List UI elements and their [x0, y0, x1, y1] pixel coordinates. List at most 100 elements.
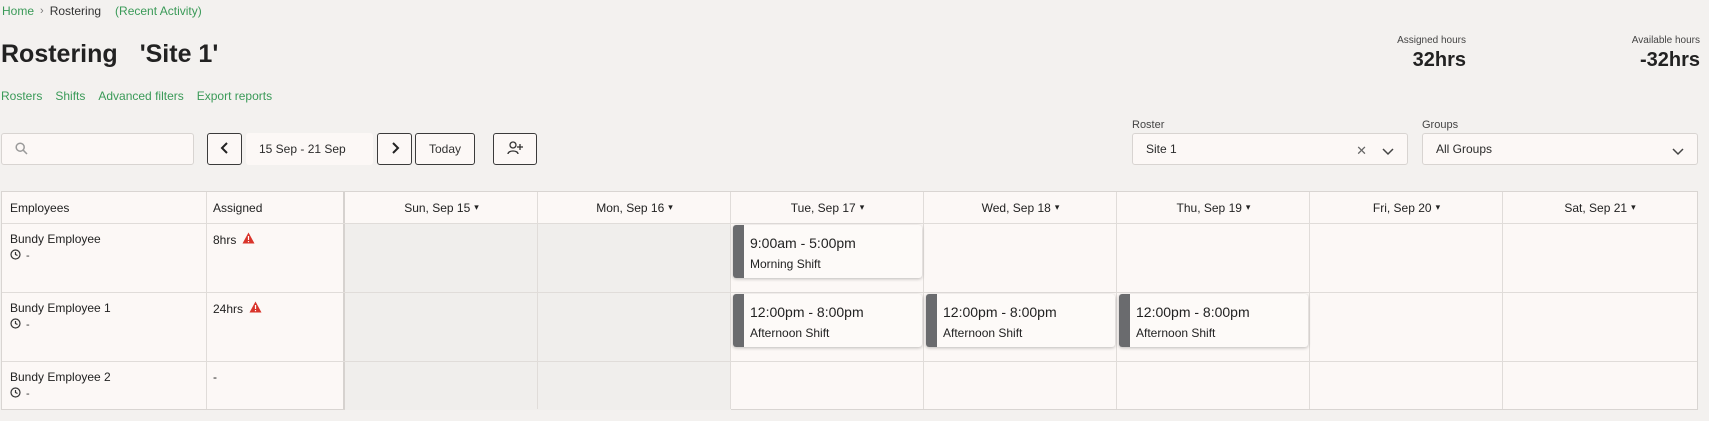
shift-name: Afternoon Shift: [1136, 326, 1216, 340]
shift-card[interactable]: 12:00pm - 8:00pm Afternoon Shift: [733, 294, 922, 347]
assigned-value: 24hrs: [213, 301, 244, 316]
recent-activity-link[interactable]: (Recent Activity): [115, 4, 202, 18]
day-label: Wed, Sep 18: [981, 200, 1051, 215]
warning-icon: [249, 301, 262, 316]
available-hours-stat: Available hours -32hrs: [1632, 35, 1700, 72]
next-week-button[interactable]: [377, 133, 412, 165]
employee-clock-status: -: [10, 249, 30, 263]
chevron-down-icon: ▾: [1245, 202, 1251, 212]
day-label: Sun, Sep 15: [404, 200, 471, 215]
chevron-down-icon: [1672, 145, 1684, 159]
breadcrumb: Home › Rostering (Recent Activity): [2, 4, 202, 18]
employee-name[interactable]: Bundy Employee: [10, 232, 101, 246]
assigned-hours-cell: 24hrs: [213, 301, 262, 316]
header-day-tue[interactable]: Tue, Sep 17 ▾: [731, 192, 924, 223]
clock-value: -: [26, 388, 30, 400]
groups-label: Groups: [1422, 119, 1459, 131]
employee-clock-status: -: [10, 318, 30, 332]
date-range-display[interactable]: 15 Sep - 21 Sep: [246, 133, 373, 165]
today-button[interactable]: Today: [415, 133, 475, 165]
roster-grid: Employees Assigned Sun, Sep 15 ▾ Mon, Sep…: [1, 191, 1698, 410]
day-label: Mon, Sep 16: [596, 200, 665, 215]
nav-shifts-link[interactable]: Shifts: [55, 89, 85, 103]
chevron-down-icon: ▾: [668, 202, 673, 212]
shift-time: 9:00am - 5:00pm: [750, 235, 856, 251]
previous-week-button[interactable]: [207, 133, 242, 165]
header-day-mon[interactable]: Mon, Sep 16 ▾: [538, 192, 731, 223]
shift-card[interactable]: 9:00am - 5:00pm Morning Shift: [733, 225, 922, 278]
assigned-value: 8hrs: [213, 232, 237, 247]
clock-icon: [10, 387, 21, 401]
warning-icon: [242, 232, 255, 247]
column-divider: [538, 192, 731, 409]
roster-select[interactable]: Site 1 ✕: [1132, 133, 1408, 165]
clock-icon: [10, 318, 21, 332]
shift-card[interactable]: 12:00pm - 8:00pm Afternoon Shift: [1119, 294, 1308, 347]
breadcrumb-home-link[interactable]: Home: [2, 4, 34, 18]
employee-clock-status: -: [10, 387, 30, 401]
header-day-sun[interactable]: Sun, Sep 15 ▾: [345, 192, 538, 223]
header-day-sat[interactable]: Sat, Sep 21 ▾: [1503, 192, 1697, 223]
chevron-down-icon: ▾: [1435, 202, 1441, 212]
row-divider: [2, 223, 1697, 224]
chevron-right-icon: [390, 141, 400, 157]
shift-color-bar: [926, 294, 937, 347]
shift-color-bar: [733, 225, 744, 278]
assigned-hours-cell: -: [213, 370, 217, 384]
roster-label: Roster: [1132, 119, 1165, 131]
available-hours-label: Available hours: [1631, 35, 1700, 46]
header-day-wed[interactable]: Wed, Sep 18 ▾: [924, 192, 1117, 223]
clock-value: -: [26, 319, 30, 331]
shift-time: 12:00pm - 8:00pm: [750, 304, 864, 320]
shift-card[interactable]: 12:00pm - 8:00pm Afternoon Shift: [926, 294, 1115, 347]
shift-time: 12:00pm - 8:00pm: [943, 304, 1057, 320]
nav-advanced-filters-link[interactable]: Advanced filters: [98, 89, 183, 103]
sub-navigation: Rosters Shifts Advanced filters Export r…: [1, 89, 272, 103]
header-employees: Employees: [10, 200, 70, 215]
employee-name[interactable]: Bundy Employee 2: [10, 370, 111, 384]
clock-icon: [10, 249, 21, 263]
shift-color-bar: [733, 294, 744, 347]
clear-icon[interactable]: ✕: [1356, 143, 1367, 159]
chevron-left-icon: [220, 141, 230, 157]
employee-name[interactable]: Bundy Employee 1: [10, 301, 111, 315]
breadcrumb-separator: ›: [40, 5, 44, 17]
breadcrumb-current: Rostering: [49, 4, 102, 18]
shift-color-bar: [1119, 294, 1130, 347]
nav-export-reports-link[interactable]: Export reports: [197, 89, 272, 103]
page-title-main: Rostering: [1, 40, 118, 68]
search-input[interactable]: [1, 133, 194, 165]
row-divider: [2, 292, 1697, 293]
assigned-hours-stat: Assigned hours 32hrs: [1397, 35, 1466, 72]
shift-name: Morning Shift: [750, 257, 821, 271]
chevron-down-icon: [1382, 145, 1394, 159]
chevron-down-icon: ▾: [1631, 202, 1636, 212]
search-icon: [15, 142, 28, 160]
day-label: Thu, Sep 19: [1176, 200, 1242, 215]
chevron-down-icon: ▾: [859, 202, 865, 212]
day-label: Tue, Sep 17: [790, 200, 856, 215]
page-title: Rostering 'Site 1': [1, 40, 218, 69]
day-label: Sat, Sep 21: [1564, 200, 1628, 215]
assigned-hours-cell: 8hrs: [213, 232, 255, 247]
day-label: Fri, Sep 20: [1372, 200, 1432, 215]
header-day-thu[interactable]: Thu, Sep 19 ▾: [1117, 192, 1310, 223]
page-title-site: 'Site 1': [139, 40, 219, 68]
shift-name: Afternoon Shift: [943, 326, 1023, 340]
row-divider: [2, 361, 1697, 362]
chevron-down-icon: ▾: [474, 202, 479, 212]
column-divider: [1310, 192, 1503, 409]
shift-name: Afternoon Shift: [750, 326, 830, 340]
assigned-hours-label: Assigned hours: [1397, 35, 1466, 46]
header-day-fri[interactable]: Fri, Sep 20 ▾: [1310, 192, 1503, 223]
roster-select-value: Site 1: [1146, 142, 1177, 156]
add-user-icon: [507, 140, 523, 158]
available-hours-value: -32hrs: [1639, 49, 1700, 71]
shift-time: 12:00pm - 8:00pm: [1136, 304, 1250, 320]
groups-select[interactable]: All Groups: [1422, 133, 1698, 165]
clock-value: -: [26, 250, 30, 262]
nav-rosters-link[interactable]: Rosters: [1, 89, 42, 103]
add-employee-button[interactable]: [493, 133, 537, 165]
chevron-down-icon: ▾: [1054, 202, 1060, 212]
groups-select-value: All Groups: [1436, 142, 1493, 156]
